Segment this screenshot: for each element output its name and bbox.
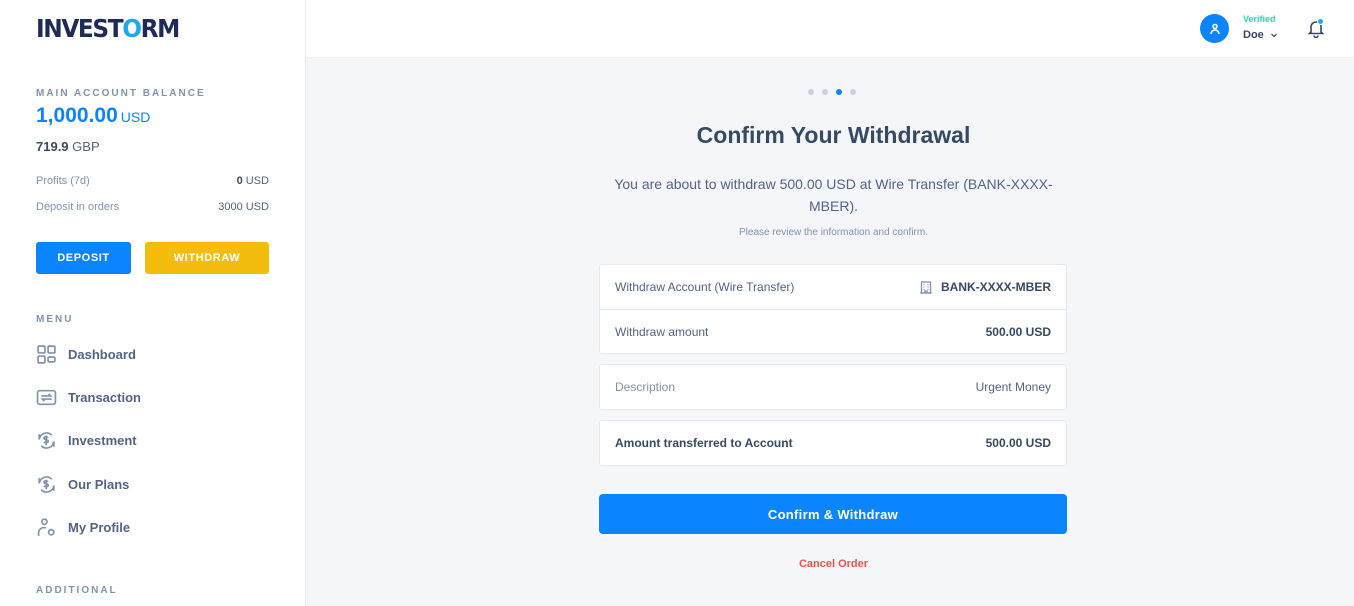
step-dot	[808, 89, 814, 95]
profile-icon	[36, 517, 57, 538]
bank-icon	[919, 281, 932, 294]
detail-value: 500.00 USD	[985, 324, 1051, 339]
user-name: Doe	[1243, 29, 1264, 41]
cancel-order-link[interactable]: Cancel Order	[600, 558, 1067, 570]
detail-value: BANK-XXXX-MBER	[919, 280, 1051, 294]
user-menu-toggle[interactable]: Doe	[1243, 29, 1278, 41]
stat-label: Deposit in orders	[36, 201, 120, 213]
stat-value: 0 USD	[236, 175, 269, 187]
detail-label: Amount transferred to Account	[615, 436, 793, 450]
withdraw-details-card: Withdraw Account (Wire Transfer) BANK-XX…	[599, 264, 1067, 354]
investment-icon	[36, 430, 57, 451]
balance-currency: USD	[120, 109, 151, 125]
secondary-balance: 719.9 GBP	[36, 139, 100, 154]
sidebar-item-investment[interactable]: Investment	[36, 428, 137, 452]
detail-row-total: Amount transferred to Account 500.00 USD	[600, 421, 1066, 465]
main-balance: 1,000.00 USD	[36, 104, 150, 128]
balance-amount: 1,000.00	[36, 104, 118, 127]
app-logo[interactable]: INVESTORM	[36, 14, 180, 43]
detail-row-account: Withdraw Account (Wire Transfer) BANK-XX…	[600, 265, 1066, 309]
step-indicator	[808, 89, 856, 95]
verification-status: Verified	[1243, 14, 1276, 24]
page-title: Confirm Your Withdrawal	[696, 122, 971, 148]
sidebar-item-dashboard[interactable]: Dashboard	[36, 342, 136, 366]
stat-profits: Profits (7d) 0 USD	[36, 175, 269, 187]
dashboard-icon	[36, 344, 57, 365]
detail-label: Description	[615, 380, 676, 394]
notifications-button[interactable]	[1306, 18, 1326, 39]
sidebar-item-transaction[interactable]: Transaction	[36, 385, 141, 409]
stat-value: 3000 USD	[218, 201, 269, 213]
stat-label: Profits (7d)	[36, 175, 90, 187]
notification-dot	[1317, 18, 1324, 25]
user-avatar[interactable]	[1200, 14, 1229, 43]
step-dot	[822, 89, 828, 95]
balance-label: MAIN ACCOUNT BALANCE	[36, 88, 206, 99]
step-dot-active	[836, 89, 842, 95]
total-card: Amount transferred to Account 500.00 USD	[599, 420, 1067, 466]
withdraw-description: You are about to withdraw 500.00 USD at …	[614, 176, 1053, 214]
additional-label: ADDITIONAL	[36, 585, 118, 596]
review-note: Please review the information and confir…	[739, 227, 928, 238]
sidebar-item-label: Investment	[68, 432, 137, 448]
sidebar-item-label: Dashboard	[68, 346, 136, 362]
detail-value: 500.00 USD	[985, 436, 1051, 450]
chevron-down-icon	[1270, 33, 1277, 38]
menu-label: MENU	[36, 314, 74, 325]
detail-row-description: Description Urgent Money	[600, 365, 1066, 409]
deposit-button[interactable]: DEPOSIT	[36, 242, 131, 274]
confirm-withdraw-button[interactable]: Confirm & Withdraw	[599, 494, 1067, 534]
sidebar-item-label: My Profile	[68, 519, 131, 535]
withdraw-button[interactable]: WITHDRAW	[145, 242, 269, 274]
sidebar-item-label: Transaction	[68, 389, 141, 405]
top-header	[306, 0, 1354, 58]
sidebar: INVESTORM MAIN ACCOUNT BALANCE 1,000.00 U…	[0, 0, 306, 606]
detail-row-amount: Withdraw amount 500.00 USD	[600, 309, 1066, 353]
detail-value: Urgent Money	[975, 380, 1051, 394]
detail-label: Withdraw amount	[615, 324, 709, 339]
sidebar-item-my-profile[interactable]: My Profile	[36, 515, 130, 539]
stat-deposit-orders: Deposit in orders 3000 USD	[36, 201, 269, 213]
detail-label: Withdraw Account (Wire Transfer)	[615, 280, 795, 294]
user-icon	[1209, 23, 1220, 34]
step-dot	[850, 89, 856, 95]
description-card: Description Urgent Money	[599, 364, 1067, 410]
plans-icon	[36, 474, 57, 495]
sidebar-item-label: Our Plans	[68, 476, 130, 492]
sidebar-item-our-plans[interactable]: Our Plans	[36, 472, 129, 496]
transaction-icon	[36, 387, 57, 408]
